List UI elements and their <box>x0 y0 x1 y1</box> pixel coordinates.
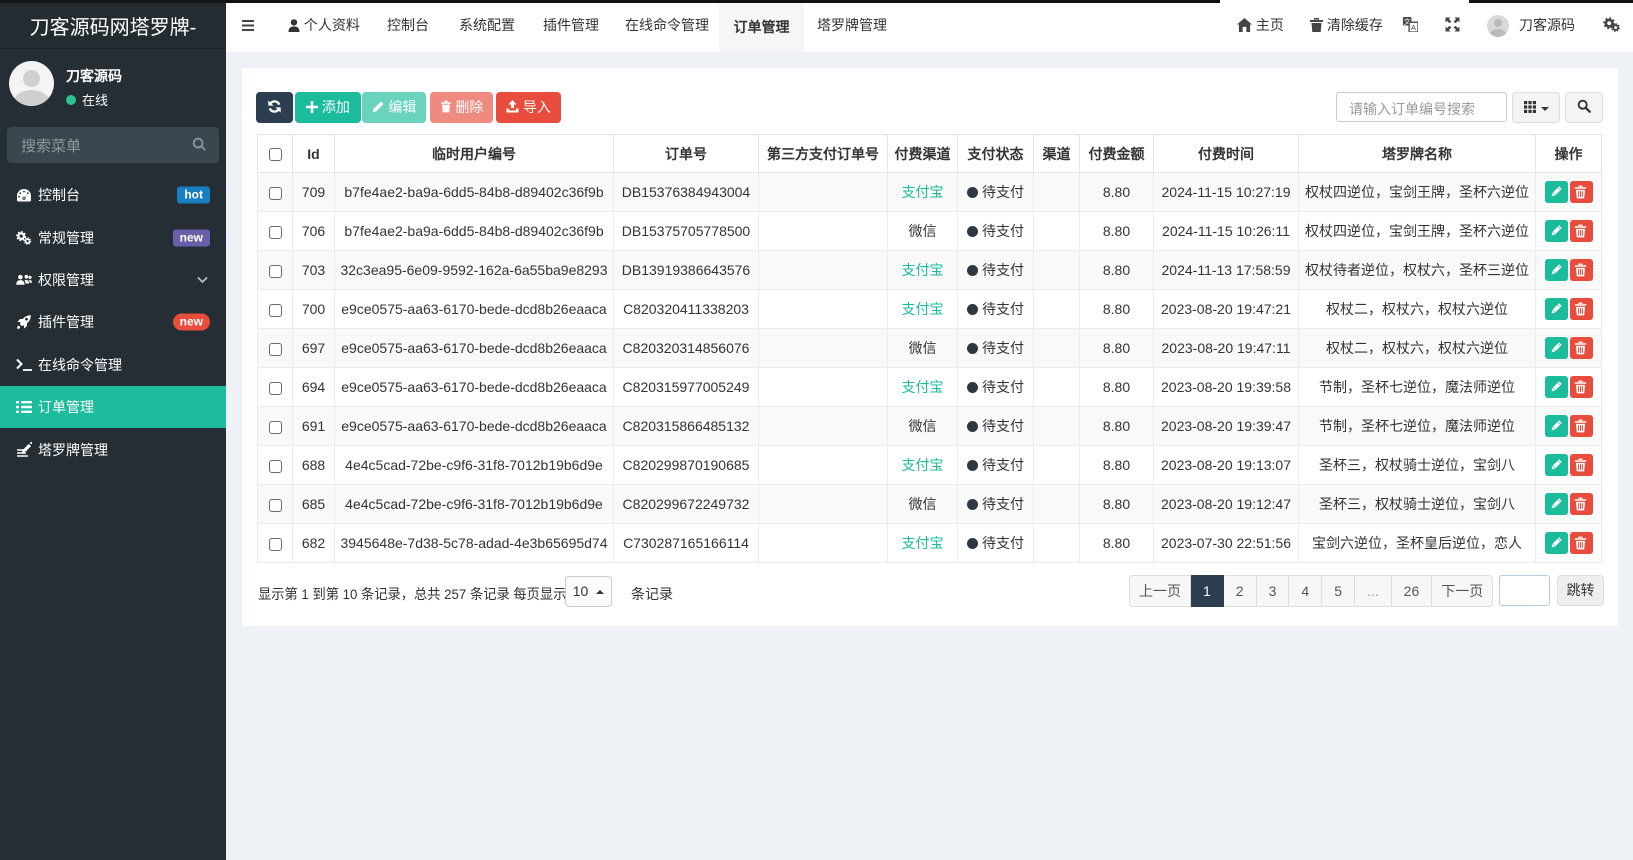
svg-text:A: A <box>1411 23 1416 32</box>
